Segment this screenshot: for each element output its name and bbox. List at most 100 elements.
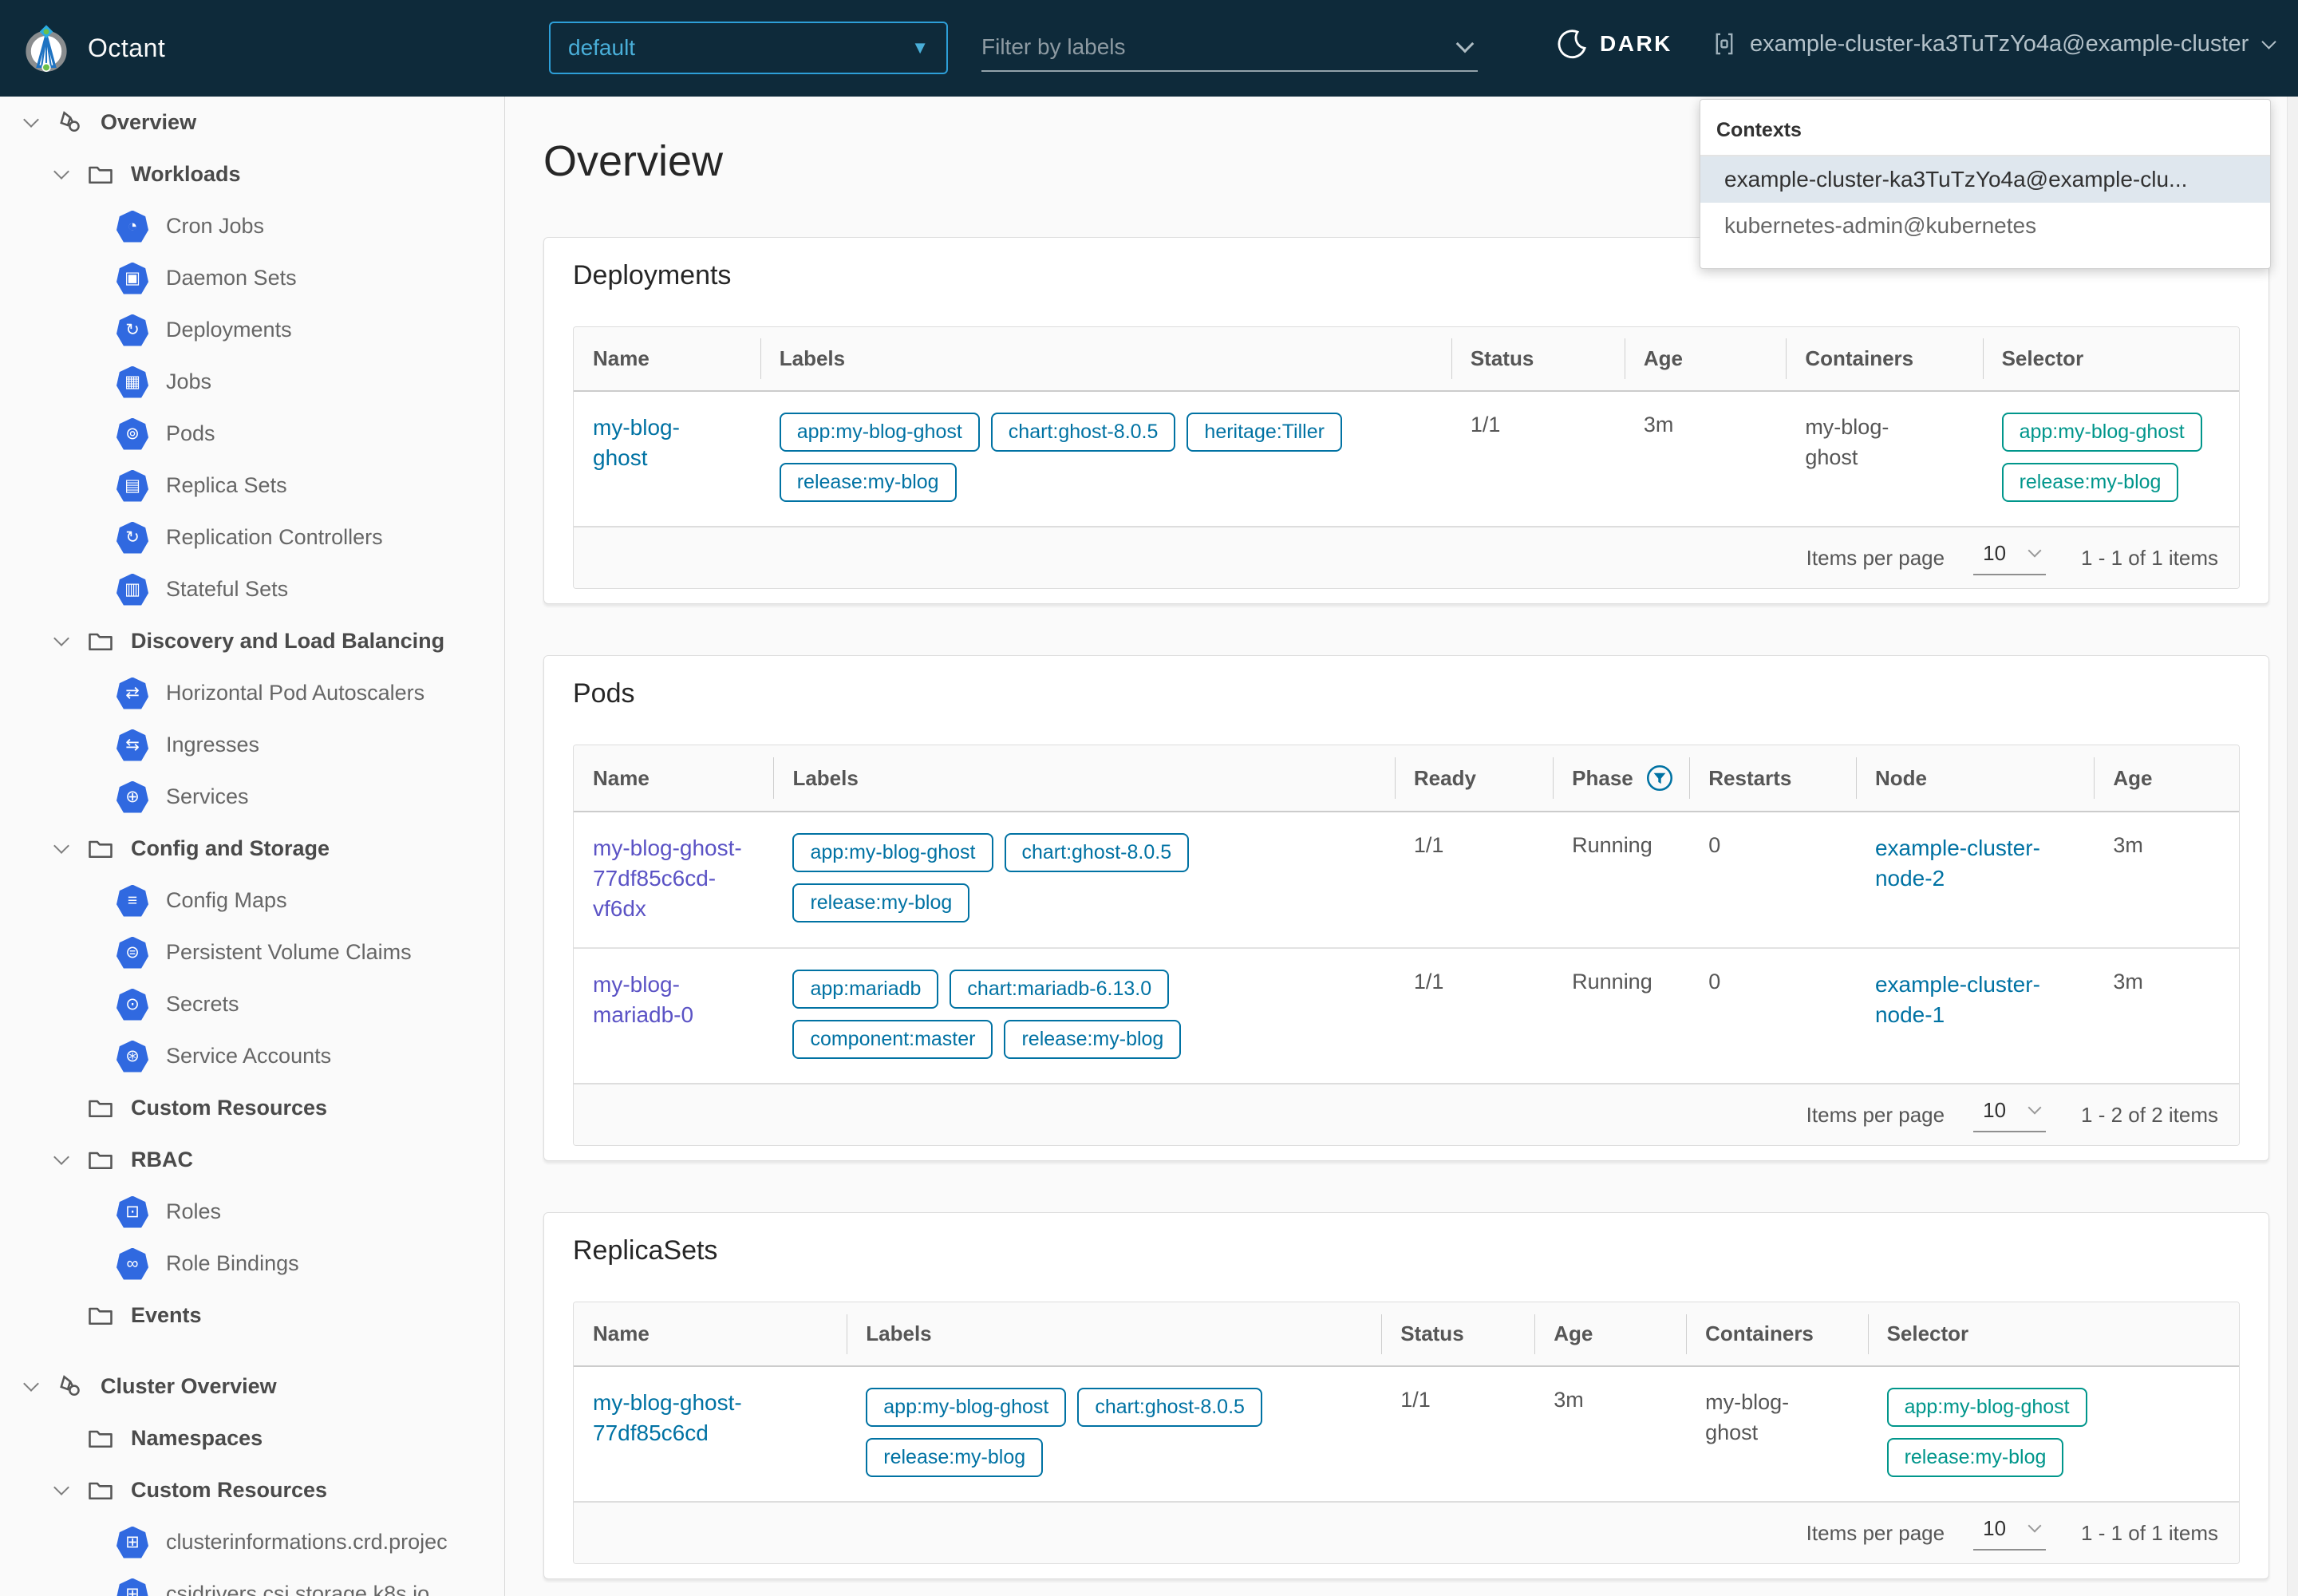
k8s-serviceaccounts-icon: ⊛: [116, 1041, 148, 1073]
chevron-down-icon[interactable]: [19, 1384, 43, 1389]
chevron-down-icon[interactable]: [19, 120, 43, 125]
age-cell: 3m: [2094, 948, 2239, 1083]
sidebar-item-workloads[interactable]: Workloads: [0, 148, 504, 200]
sidebar-item-persistent-volume-claims[interactable]: ⊜ Persistent Volume Claims: [0, 926, 504, 978]
label-filter-input[interactable]: [981, 34, 1396, 60]
chevron-down-icon: [2028, 1101, 2042, 1115]
sidebar-item-config-maps[interactable]: ≡ Config Maps: [0, 875, 504, 926]
chevron-down-icon[interactable]: [49, 172, 73, 177]
sidebar-item-ingresses[interactable]: ⇆ Ingresses: [0, 719, 504, 771]
status-cell: 1/1: [1451, 391, 1625, 526]
table-pagination: Items per page 10 1 - 2 of 2 items: [574, 1083, 2239, 1145]
k8s-ingresses-icon: ⇆: [116, 729, 148, 761]
chevron-down-icon[interactable]: [1456, 35, 1475, 53]
sidebar-item-cron-jobs[interactable]: ◔ Cron Jobs: [0, 200, 504, 252]
sidebar-item-cluster-custom-resources[interactable]: Custom Resources: [0, 1464, 504, 1516]
selector-tag: app:my-blog-ghost: [1887, 1388, 2087, 1427]
age-cell: 3m: [2094, 812, 2239, 948]
sidebar-item-stateful-sets[interactable]: ▥ Stateful Sets: [0, 563, 504, 615]
scrollbar[interactable]: [2287, 97, 2298, 1596]
page-size-select[interactable]: 10: [1973, 1098, 2046, 1132]
deployment-name-link[interactable]: my-blog-ghost: [593, 413, 714, 473]
sidebar-item-roles[interactable]: ⊡ Roles: [0, 1186, 504, 1238]
k8s-jobs-icon: ▦: [116, 366, 148, 398]
chevron-down-icon: [2028, 544, 2042, 558]
sidebar-item-csidrivers-crd[interactable]: ⊞ csidrivers.csi.storage.k8s.io: [0, 1568, 504, 1596]
k8s-hpa-icon: ⇄: [116, 678, 148, 709]
pod-name-link[interactable]: my-blog-mariadb-0: [593, 970, 754, 1030]
chevron-down-icon[interactable]: [49, 638, 73, 644]
filter-funnel-icon[interactable]: [1646, 764, 1673, 792]
contexts-dropdown-title: Contexts: [1700, 100, 2270, 156]
sidebar-item-daemon-sets[interactable]: ▣ Daemon Sets: [0, 252, 504, 304]
namespace-select[interactable]: default ▼: [549, 22, 948, 74]
pods-card-title: Pods: [573, 678, 2240, 709]
pagination-range: 1 - 2 of 2 items: [2081, 1103, 2218, 1128]
column-header-status: Status: [1451, 327, 1625, 391]
items-per-page-label: Items per page: [1806, 546, 1945, 571]
pods-table: Name Labels Ready Phase: [573, 745, 2240, 1146]
table-row: my-blog-ghost-77df85c6cd app:my-blog-gho…: [574, 1366, 2239, 1501]
k8s-configmaps-icon: ≡: [116, 885, 148, 917]
label-tag: heritage:Tiller: [1187, 413, 1342, 452]
folder-icon: [86, 1146, 115, 1175]
label-tag: release:my-blog: [792, 883, 969, 922]
sidebar-item-secrets[interactable]: ⊙ Secrets: [0, 978, 504, 1030]
sidebar-item-clusterinformations-crd[interactable]: ⊞ clusterinformations.crd.projec: [0, 1516, 504, 1568]
deployments-card: Deployments Name Labels Status Age Conta…: [543, 237, 2269, 604]
theme-toggle-label: DARK: [1600, 31, 1672, 57]
status-cell: 1/1: [1381, 1366, 1534, 1501]
chevron-down-icon[interactable]: [49, 1487, 73, 1493]
replicasets-table: Name Labels Status Age Containers Select…: [573, 1302, 2240, 1564]
column-header-labels: Labels: [760, 327, 1451, 391]
page-size-select[interactable]: 10: [1973, 541, 2046, 575]
table-row: my-blog-ghost app:my-blog-ghost chart:gh…: [574, 391, 2239, 526]
column-header-age: Age: [2094, 745, 2239, 812]
pod-name-link[interactable]: my-blog-ghost-77df85c6cd-vf6dx: [593, 833, 754, 923]
folder-icon: [86, 1302, 115, 1330]
table-row: my-blog-ghost-77df85c6cd-vf6dx app:my-bl…: [574, 812, 2239, 948]
node-link[interactable]: example-cluster-node-1: [1875, 970, 2075, 1030]
k8s-replicasets-icon: ▤: [116, 470, 148, 502]
replicaset-name-link[interactable]: my-blog-ghost-77df85c6cd: [593, 1388, 827, 1448]
sidebar-item-replica-sets[interactable]: ▤ Replica Sets: [0, 460, 504, 512]
sidebar-item-rbac[interactable]: RBAC: [0, 1134, 504, 1186]
sidebar-item-service-accounts[interactable]: ⊛ Service Accounts: [0, 1030, 504, 1082]
context-menu-item[interactable]: kubernetes-admin@kubernetes: [1700, 203, 2270, 249]
column-header-phase: Phase: [1553, 745, 1689, 812]
column-header-selector: Selector: [1868, 1302, 2239, 1366]
sidebar-item-horizontal-pod-autoscalers[interactable]: ⇄ Horizontal Pod Autoscalers: [0, 667, 504, 719]
chevron-down-icon[interactable]: [49, 846, 73, 851]
sidebar-item-services[interactable]: ⊕ Services: [0, 771, 504, 823]
column-header-node: Node: [1856, 745, 2094, 812]
sidebar-item-config-and-storage[interactable]: Config and Storage: [0, 823, 504, 875]
context-selector-button[interactable]: example-cluster-ka3TuTzYo4a@example-clus…: [1711, 30, 2274, 57]
sidebar-item-pods[interactable]: ⊚ Pods: [0, 408, 504, 460]
sidebar-item-events[interactable]: Events: [0, 1290, 504, 1341]
label-tag: chart:ghost-8.0.5: [1077, 1388, 1262, 1427]
column-header-labels: Labels: [847, 1302, 1381, 1366]
table-header-row: Name Labels Ready Phase: [574, 745, 2239, 812]
sidebar-item-custom-resources[interactable]: Custom Resources: [0, 1082, 504, 1134]
phase-cell: Running: [1553, 948, 1689, 1083]
sidebar-item-replication-controllers[interactable]: ↻ Replication Controllers: [0, 512, 504, 563]
sidebar-item-namespaces[interactable]: Namespaces: [0, 1412, 504, 1464]
sidebar-item-deployments[interactable]: ↻ Deployments: [0, 304, 504, 356]
table-pagination: Items per page 10 1 - 1 of 1 items: [574, 526, 2239, 588]
items-per-page-label: Items per page: [1806, 1521, 1945, 1546]
sidebar-item-overview[interactable]: Overview: [0, 97, 504, 148]
sidebar-item-discovery-and-load-balancing[interactable]: Discovery and Load Balancing: [0, 615, 504, 667]
sidebar-item-cluster-overview[interactable]: Cluster Overview: [0, 1361, 504, 1412]
k8s-roles-icon: ⊡: [116, 1196, 148, 1228]
label-tag: chart:ghost-8.0.5: [1005, 833, 1190, 872]
chevron-down-icon[interactable]: [49, 1157, 73, 1163]
context-menu-item-selected[interactable]: example-cluster-ka3TuTzYo4a@example-clu.…: [1700, 156, 2270, 203]
replicasets-card: ReplicaSets Name Labels Status Age Conta…: [543, 1212, 2269, 1579]
page-size-select[interactable]: 10: [1973, 1516, 2046, 1551]
chevron-down-icon: [2028, 1519, 2042, 1533]
sidebar-item-role-bindings[interactable]: ∞ Role Bindings: [0, 1238, 504, 1290]
node-link[interactable]: example-cluster-node-2: [1875, 833, 2075, 894]
sidebar-item-jobs[interactable]: ▦ Jobs: [0, 356, 504, 408]
theme-toggle-button[interactable]: DARK: [1558, 29, 1672, 59]
column-header-ready: Ready: [1395, 745, 1553, 812]
